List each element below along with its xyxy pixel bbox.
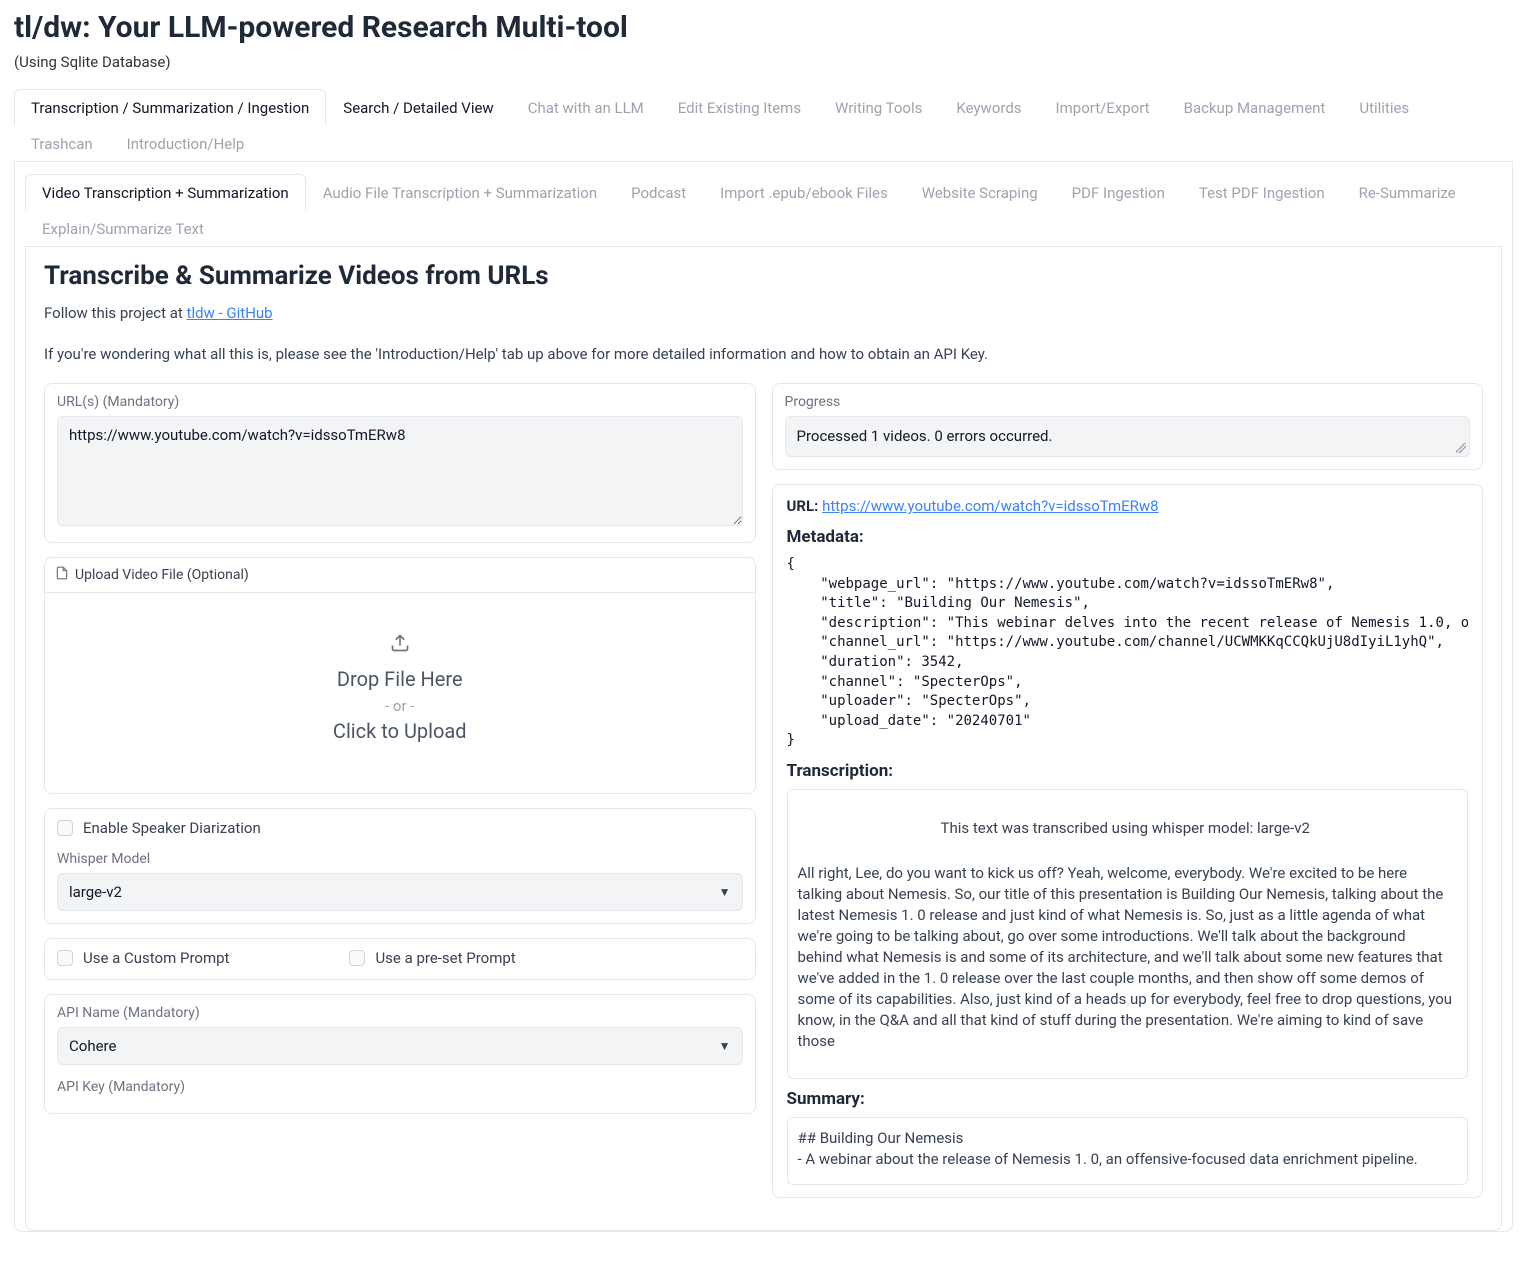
urls-input[interactable]: [57, 416, 743, 526]
progress-value: Processed 1 videos. 0 errors occurred.: [785, 416, 1471, 457]
whisper-select[interactable]: large-v2 ▼: [57, 873, 743, 911]
result-block: URL: https://www.youtube.com/watch?v=ids…: [772, 484, 1484, 1198]
tab-intro-help[interactable]: Introduction/Help: [110, 125, 262, 162]
metadata-title: Metadata:: [787, 527, 1469, 547]
page-subtitle: (Using Sqlite Database): [14, 53, 1513, 71]
transcription-title: Transcription:: [787, 761, 1469, 781]
transcription-header-line: This text was transcribed using whisper …: [798, 818, 1454, 839]
subtab-website[interactable]: Website Scraping: [905, 174, 1055, 211]
chevron-down-icon: ▼: [719, 885, 731, 899]
drop-file-text: Drop File Here: [337, 667, 463, 691]
or-text: - or -: [385, 697, 414, 715]
subtab-pdf[interactable]: PDF Ingestion: [1055, 174, 1182, 211]
sub-tabs: Video Transcription + Summarization Audi…: [25, 174, 1502, 247]
subtab-podcast[interactable]: Podcast: [614, 174, 703, 211]
urls-block: URL(s) (Mandatory): [44, 383, 756, 543]
tab-import-export[interactable]: Import/Export: [1039, 89, 1167, 126]
progress-block: Progress Processed 1 videos. 0 errors oc…: [772, 383, 1484, 470]
diarize-checkbox[interactable]: [57, 820, 73, 836]
preset-prompt-checkbox[interactable]: [349, 950, 365, 966]
urls-label: URL(s) (Mandatory): [57, 394, 743, 410]
upload-label: Upload Video File (Optional): [75, 567, 249, 583]
page-title: tl/dw: Your LLM-powered Research Multi-t…: [14, 10, 1513, 45]
help-text: If you're wondering what all this is, pl…: [44, 344, 1483, 365]
tab-keywords[interactable]: Keywords: [939, 89, 1038, 126]
api-name-label: API Name (Mandatory): [57, 1005, 743, 1021]
github-link[interactable]: tldw - GitHub: [187, 304, 273, 322]
main-tabs: Transcription / Summarization / Ingestio…: [14, 89, 1513, 162]
tab-search[interactable]: Search / Detailed View: [326, 89, 510, 126]
summary-body: ## Building Our Nemesis - A webinar abou…: [798, 1128, 1454, 1170]
subtab-explain[interactable]: Explain/Summarize Text: [25, 210, 221, 247]
api-key-label: API Key (Mandatory): [57, 1079, 743, 1095]
preset-prompt-label: Use a pre-set Prompt: [375, 949, 515, 967]
click-upload-text: Click to Upload: [333, 719, 467, 743]
upload-icon: [390, 633, 410, 657]
upload-dropzone[interactable]: Drop File Here - or - Click to Upload: [45, 593, 755, 793]
section-heading: Transcribe & Summarize Videos from URLs: [44, 261, 1483, 291]
subtab-test-pdf[interactable]: Test PDF Ingestion: [1182, 174, 1342, 211]
tab-edit[interactable]: Edit Existing Items: [661, 89, 818, 126]
api-name-value: Cohere: [69, 1037, 116, 1055]
tab-backup[interactable]: Backup Management: [1167, 89, 1343, 126]
subtab-epub[interactable]: Import .epub/ebook Files: [703, 174, 905, 211]
whisper-label: Whisper Model: [57, 851, 743, 867]
chevron-down-icon: ▼: [719, 1039, 731, 1053]
transcription-box[interactable]: This text was transcribed using whisper …: [787, 789, 1469, 1079]
custom-prompt-checkbox[interactable]: [57, 950, 73, 966]
file-icon: [55, 566, 69, 584]
summary-box[interactable]: ## Building Our Nemesis - A webinar abou…: [787, 1117, 1469, 1185]
result-url-link[interactable]: https://www.youtube.com/watch?v=idssoTmE…: [822, 497, 1159, 515]
api-name-select[interactable]: Cohere ▼: [57, 1027, 743, 1065]
api-block: API Name (Mandatory) Cohere ▼ API Key (M…: [44, 994, 756, 1114]
tab-utilities[interactable]: Utilities: [1342, 89, 1426, 126]
whisper-value: large-v2: [69, 883, 122, 901]
diarize-label: Enable Speaker Diarization: [83, 819, 261, 837]
diarize-whisper-block: Enable Speaker Diarization Whisper Model…: [44, 808, 756, 924]
transcription-body: All right, Lee, do you want to kick us o…: [798, 863, 1454, 1052]
tab-trashcan[interactable]: Trashcan: [14, 125, 110, 162]
tab-transcription[interactable]: Transcription / Summarization / Ingestio…: [14, 89, 326, 126]
progress-label: Progress: [785, 394, 1471, 410]
follow-prefix: Follow this project at: [44, 304, 187, 322]
upload-block: Upload Video File (Optional) Drop File H…: [44, 557, 756, 794]
tab-writing[interactable]: Writing Tools: [818, 89, 939, 126]
follow-line: Follow this project at tldw - GitHub: [44, 303, 1483, 324]
subtab-audio[interactable]: Audio File Transcription + Summarization: [306, 174, 614, 211]
summary-title: Summary:: [787, 1089, 1469, 1109]
tab-chat[interactable]: Chat with an LLM: [511, 89, 661, 126]
metadata-body: { "webpage_url": "https://www.youtube.co…: [787, 555, 1469, 751]
prompt-block: Use a Custom Prompt Use a pre-set Prompt: [44, 938, 756, 980]
subtab-resummarize[interactable]: Re-Summarize: [1342, 174, 1473, 211]
subtab-video[interactable]: Video Transcription + Summarization: [25, 174, 306, 211]
url-prefix: URL:: [787, 497, 819, 515]
custom-prompt-label: Use a Custom Prompt: [83, 949, 229, 967]
